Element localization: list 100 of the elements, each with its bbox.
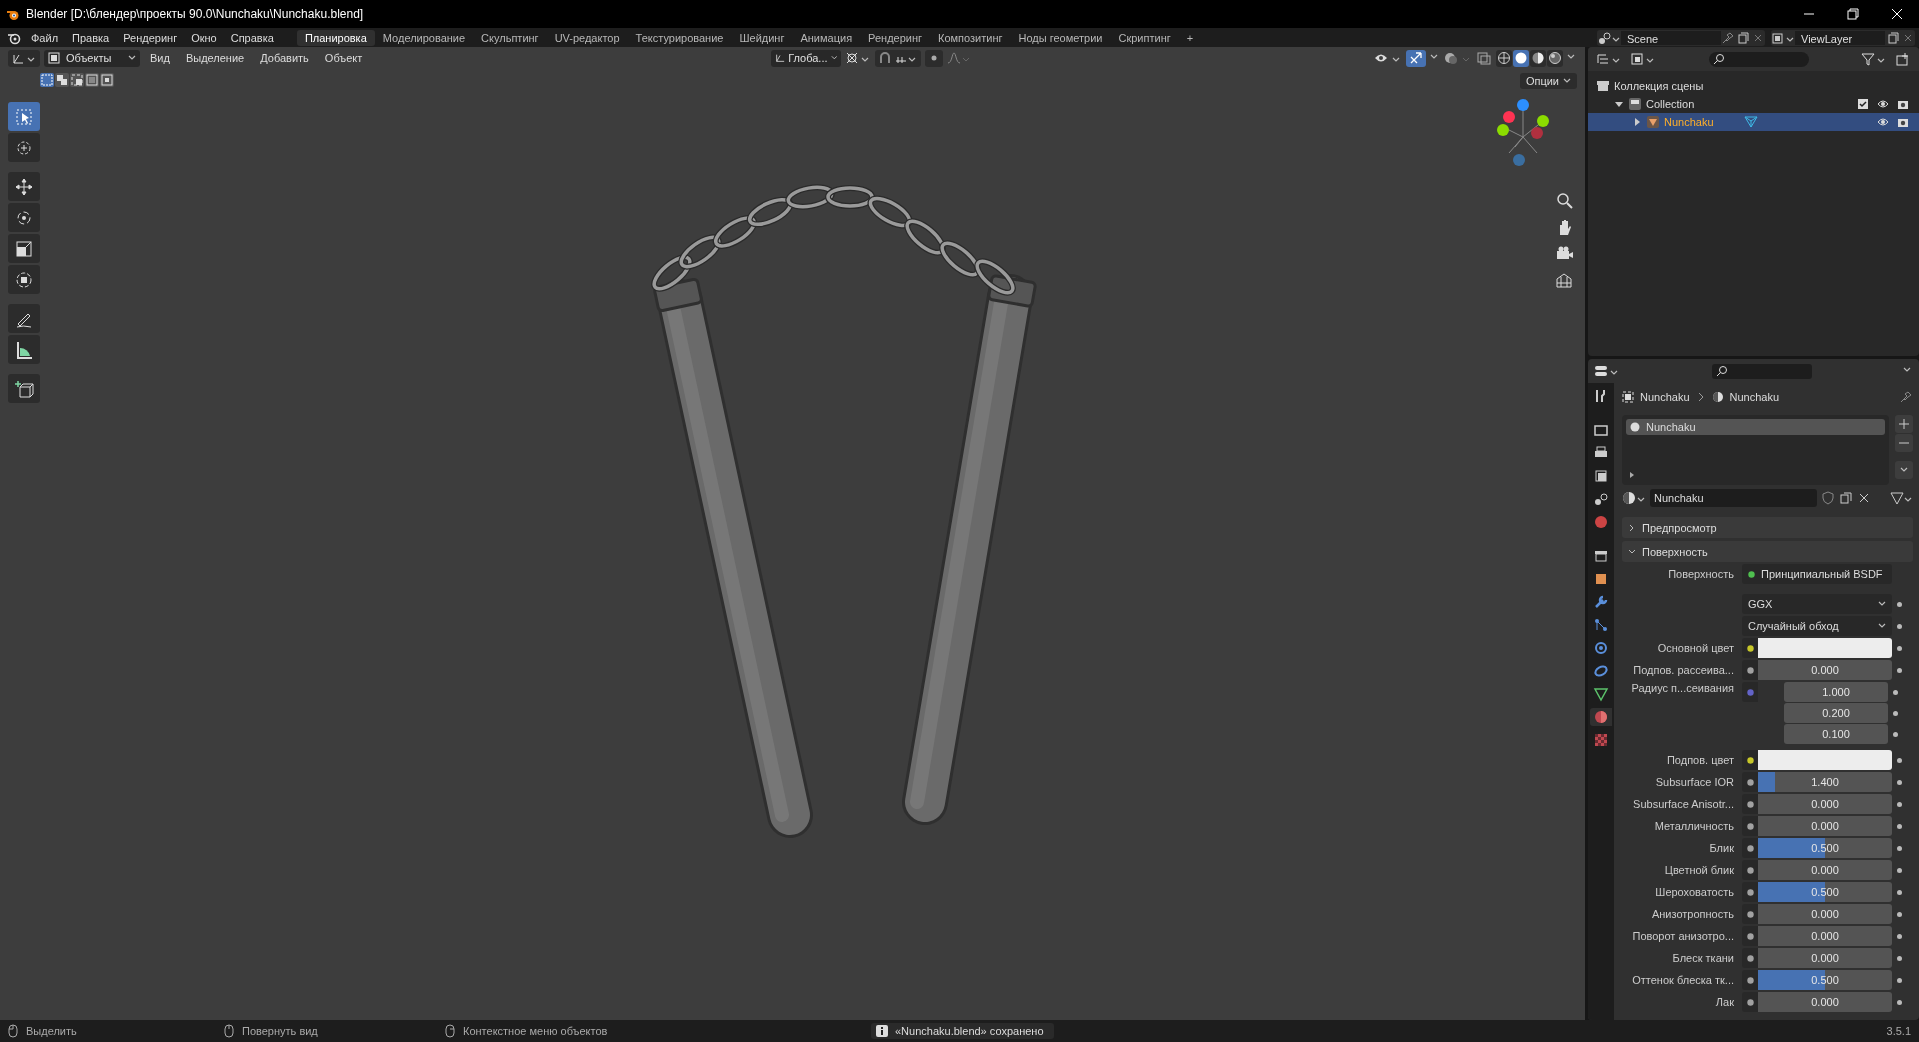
keyframe-dot-icon[interactable] [1896, 601, 1902, 607]
display-mode-icon[interactable] [1596, 52, 1622, 66]
socket-icon[interactable] [1746, 756, 1754, 764]
add-workspace-button[interactable]: + [1178, 29, 1202, 46]
socket-icon[interactable] [1746, 644, 1754, 652]
keyframe-dot-icon[interactable] [1896, 645, 1902, 651]
menu-item[interactable]: Добавить [254, 52, 315, 64]
pin-icon[interactable] [1899, 390, 1913, 404]
orientation-dropdown[interactable]: Глоба... [771, 49, 842, 67]
socket-icon[interactable] [1746, 800, 1754, 808]
workspace-tab[interactable]: Скульптинг [473, 29, 547, 46]
select-mode-button[interactable] [100, 73, 114, 87]
workspace-tab[interactable]: UV-редактор [546, 29, 628, 46]
workspace-tab[interactable]: Анимация [792, 29, 861, 46]
expand-arrow-icon[interactable] [1628, 471, 1636, 479]
eye-icon[interactable] [1877, 116, 1889, 128]
material-slot[interactable]: Nunchaku [1626, 419, 1885, 435]
workspace-tab[interactable]: Текстурирование [627, 29, 732, 46]
workspace-tab[interactable]: Рендеринг [860, 29, 931, 46]
menu-item[interactable]: Справка [223, 29, 281, 46]
camera-icon[interactable] [1897, 98, 1909, 110]
panel-header[interactable]: Поверхность [1622, 541, 1913, 562]
workspace-tab[interactable]: Моделирование [374, 29, 474, 46]
keyframe-dot-icon[interactable] [1892, 689, 1898, 695]
dropdown[interactable]: Случайный обход [1742, 616, 1892, 636]
keyframe-dot-icon[interactable] [1896, 757, 1902, 763]
editor-type-button[interactable] [8, 49, 40, 67]
material-name-field[interactable]: Nunchaku [1650, 489, 1817, 507]
proportional-toggle[interactable] [925, 49, 944, 67]
shading-button[interactable] [1513, 49, 1529, 67]
select-mode-button[interactable] [70, 73, 84, 87]
workspace-tab[interactable]: Шейдинг [731, 29, 793, 46]
pin-icon[interactable] [1721, 30, 1735, 45]
keyframe-dot-icon[interactable] [1892, 731, 1898, 737]
workspace-tab[interactable]: Планировка [296, 29, 375, 46]
menu-item[interactable]: Окно [184, 29, 224, 46]
menu-item[interactable]: Рендеринг [116, 29, 185, 46]
color-swatch[interactable] [1758, 750, 1892, 770]
socket-icon[interactable] [1746, 910, 1754, 918]
keyframe-dot-icon[interactable] [1892, 710, 1898, 716]
mode-dropdown[interactable]: Объекты [44, 49, 140, 67]
keyframe-dot-icon[interactable] [1896, 845, 1902, 851]
keyframe-dot-icon[interactable] [1896, 801, 1902, 807]
shading-button[interactable] [1496, 49, 1512, 67]
search-field[interactable] [1711, 363, 1812, 379]
xray-icon[interactable] [1476, 51, 1492, 65]
fake-user-icon[interactable] [1821, 491, 1835, 505]
keyframe-dot-icon[interactable] [1896, 779, 1902, 785]
keyframe-dot-icon[interactable] [1896, 889, 1902, 895]
menu-item[interactable]: Файл [24, 29, 66, 46]
view-layer-field[interactable]: ViewLayer [1795, 30, 1885, 45]
properties-tab[interactable] [1590, 708, 1612, 726]
value-slider[interactable]: 0.500 [1758, 838, 1892, 858]
outliner-row[interactable]: Collection [1588, 95, 1919, 113]
value-slider[interactable]: 0.000 [1758, 992, 1892, 1012]
color-swatch[interactable] [1758, 638, 1892, 658]
value-slider[interactable]: 0.000 [1758, 904, 1892, 924]
number-field[interactable]: 0.200 [1784, 703, 1888, 723]
keyframe-dot-icon[interactable] [1896, 955, 1902, 961]
filter-icon[interactable] [1861, 52, 1887, 66]
tool-button[interactable] [8, 102, 40, 131]
snap-toggle[interactable] [875, 49, 922, 67]
socket-icon[interactable] [1746, 822, 1754, 830]
camera-icon[interactable] [1897, 116, 1909, 128]
tool-button[interactable] [8, 304, 40, 333]
slot-button[interactable] [1895, 415, 1913, 433]
menu-item[interactable]: Правка [65, 29, 117, 46]
panel-header[interactable]: Предпросмотр [1622, 517, 1913, 538]
expand-arrow-icon[interactable] [1632, 117, 1642, 127]
tool-button[interactable] [8, 335, 40, 364]
outliner-row[interactable]: Nunchaku [1588, 113, 1919, 131]
shading-button[interactable] [1547, 49, 1563, 67]
select-mode-button[interactable] [85, 73, 99, 87]
material-browse-icon[interactable] [1622, 490, 1646, 506]
scene-icon[interactable] [1597, 30, 1621, 45]
socket-icon[interactable] [1746, 778, 1754, 786]
dropdown[interactable]: GGX [1742, 594, 1892, 614]
socket-icon[interactable] [1746, 844, 1754, 852]
editor-type-icon[interactable] [1594, 364, 1620, 378]
value-slider[interactable]: 0.500 [1758, 970, 1892, 990]
select-mode-button[interactable] [55, 73, 69, 87]
value-slider[interactable]: 0.000 [1758, 860, 1892, 880]
scene-field[interactable]: Scene [1621, 30, 1721, 45]
slot-button[interactable] [1895, 434, 1913, 452]
value-slider[interactable]: 0.000 [1758, 794, 1892, 814]
shading-button[interactable] [1530, 49, 1546, 67]
checkbox-icon[interactable] [1857, 98, 1869, 110]
slot-menu-button[interactable] [1895, 461, 1913, 479]
gizmo-toggle[interactable] [1406, 49, 1426, 67]
menu-item[interactable]: Выделение [179, 52, 251, 64]
keyframe-dot-icon[interactable] [1896, 999, 1902, 1005]
keyframe-dot-icon[interactable] [1896, 911, 1902, 917]
tool-button[interactable] [8, 234, 40, 263]
search-field[interactable] [1708, 51, 1809, 67]
expand-arrow-icon[interactable] [1614, 99, 1624, 109]
overlay-icon[interactable] [1444, 51, 1472, 65]
keyframe-dot-icon[interactable] [1896, 933, 1902, 939]
view-layer-icon[interactable] [1771, 30, 1795, 45]
mesh-filter-icon[interactable] [1889, 490, 1913, 506]
socket-icon[interactable] [1746, 866, 1754, 874]
